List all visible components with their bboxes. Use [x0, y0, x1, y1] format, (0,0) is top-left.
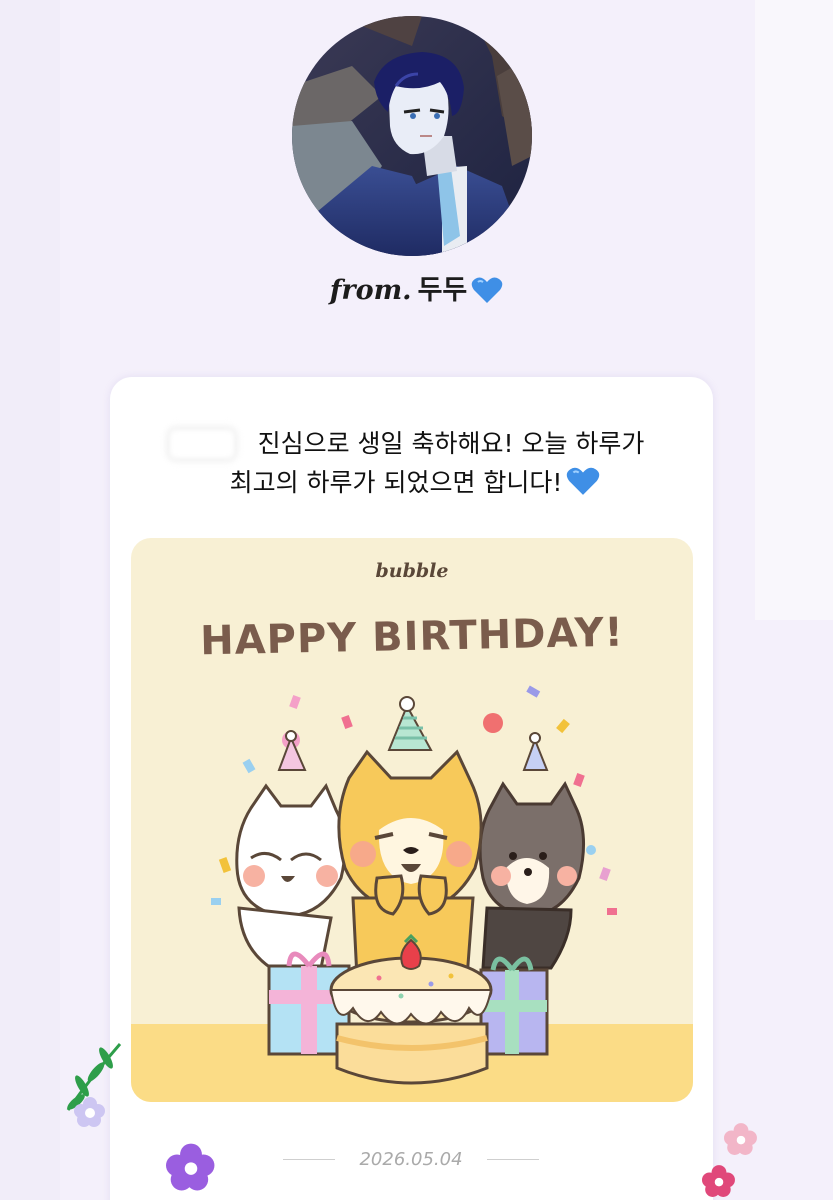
profile-avatar[interactable] [292, 16, 532, 256]
letter-message: 진심으로 생일 축하해요! 오늘 하루가 최고의 하루가 되었으면 합니다! [130, 424, 700, 507]
message-line-2: 최고의 하루가 되었으면 합니다! [130, 463, 700, 507]
flower-icon [702, 1165, 735, 1197]
message-line-1: 진심으로 생일 축하해요! 오늘 하루가 [257, 429, 645, 458]
flower-icon [724, 1123, 757, 1155]
message-line-2-text: 최고의 하루가 되었으면 합니다! [229, 468, 563, 497]
flower-icon [166, 1143, 215, 1191]
date-divider: 2026.05.04 [283, 1144, 539, 1174]
sender-line: from. 두두 [0, 268, 833, 311]
blue-heart-icon [566, 466, 600, 507]
from-label: from. [329, 275, 412, 306]
blue-heart-icon [471, 276, 503, 311]
letter-date: 2026.05.04 [359, 1148, 463, 1170]
birthday-card-image[interactable]: bubble HAPPY BIRTHDAY! [131, 538, 693, 1102]
gift-box-icon [479, 956, 549, 1056]
avatar-illustration [292, 16, 532, 256]
black-dog-icon [478, 732, 586, 970]
date-rule-right [487, 1158, 539, 1160]
date-rule-left [283, 1158, 335, 1160]
flower-icon [74, 1097, 105, 1127]
page-left-band [0, 0, 60, 1200]
sender-name: 두두 [417, 275, 468, 306]
birthday-dogs-illustration [211, 685, 617, 1085]
